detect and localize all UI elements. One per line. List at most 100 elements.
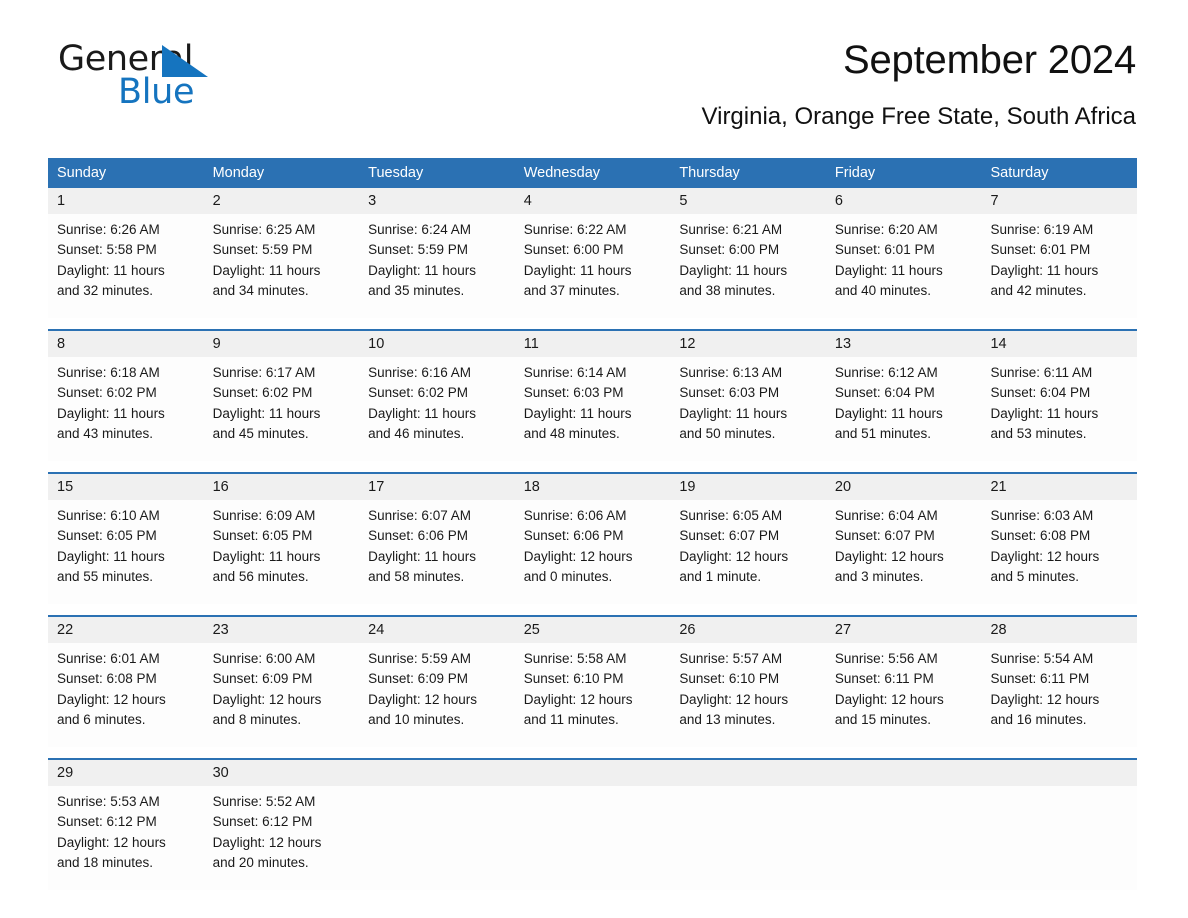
calendar-weeks: 1 2 3 4 5 6 7 Sunrise: 6:26 AM Sunset: 5:58 PM Da… (48, 188, 1137, 890)
day-detail-line: Sunrise: 5:58 AM (523, 651, 627, 666)
day-number[interactable]: 9 (204, 331, 360, 357)
day-number[interactable]: 24 (359, 617, 515, 643)
day-number[interactable]: 6 (826, 188, 982, 214)
day-number[interactable]: 8 (48, 331, 204, 357)
week-spacer (48, 747, 1137, 758)
day-cell[interactable]: Sunrise: 6:17 AM Sunset: 6:02 PM Daylight:… (204, 357, 360, 461)
day-number[interactable]: 19 (670, 474, 826, 500)
day-number[interactable]: 27 (826, 617, 982, 643)
day-number[interactable]: 3 (359, 188, 515, 214)
day-number[interactable]: 16 (204, 474, 360, 500)
day-detail-line: Sunset: 6:02 PM (368, 385, 468, 401)
day-number[interactable]: 5 (670, 188, 826, 214)
calendar-grid: Sunday Monday Tuesday Wednesday Thursday… (48, 158, 1137, 890)
day-number[interactable]: 29 (48, 760, 204, 786)
day-cell[interactable]: Sunrise: 5:57 AM Sunset: 6:10 PM Daylight:… (670, 643, 826, 747)
day-number[interactable]: 17 (359, 474, 515, 500)
day-cell[interactable]: Sunrise: 6:07 AM Sunset: 6:06 PM Daylight:… (359, 500, 515, 604)
calendar-week-row: 15 16 17 18 19 20 21 Sunrise: 6:10 AM Sunset: 6:… (48, 472, 1137, 604)
day-detail-line: Daylight: 11 hours (523, 262, 632, 278)
day-number-empty (670, 760, 826, 786)
day-number-empty (981, 760, 1137, 786)
day-cell[interactable]: Sunrise: 6:24 AM Sunset: 5:59 PM Daylight:… (359, 214, 515, 318)
day-cell[interactable]: Sunrise: 6:19 AM Sunset: 6:01 PM Daylight:… (981, 214, 1137, 318)
day-detail-line: Daylight: 12 hours (679, 548, 789, 564)
day-detail-line: Sunset: 6:03 PM (523, 385, 624, 401)
day-cell[interactable]: Sunrise: 6:04 AM Sunset: 6:07 PM Daylight:… (826, 500, 982, 604)
day-detail-line: Sunset: 6:11 PM (990, 671, 1090, 687)
day-detail-line: and 11 minutes. (523, 711, 619, 727)
day-cell[interactable]: Sunrise: 5:58 AM Sunset: 6:10 PM Daylight:… (515, 643, 671, 747)
day-number[interactable]: 23 (204, 617, 360, 643)
day-detail-line: Sunrise: 5:53 AM (57, 794, 160, 809)
day-cell[interactable]: Sunrise: 6:26 AM Sunset: 5:58 PM Daylight:… (48, 214, 204, 318)
day-detail-line: and 43 minutes. (57, 425, 154, 441)
day-cell[interactable]: Sunrise: 6:11 AM Sunset: 6:04 PM Daylight:… (981, 357, 1137, 461)
day-number-empty (359, 760, 515, 786)
day-number[interactable]: 12 (670, 331, 826, 357)
day-number-empty (515, 760, 671, 786)
day-detail-line: Sunrise: 6:16 AM (368, 365, 471, 380)
day-number[interactable]: 20 (826, 474, 982, 500)
day-number[interactable]: 14 (981, 331, 1137, 357)
day-detail-line: Sunrise: 6:09 AM (212, 508, 316, 523)
day-cell[interactable]: Sunrise: 6:01 AM Sunset: 6:08 PM Daylight:… (48, 643, 204, 747)
day-detail-line: Daylight: 11 hours (57, 405, 165, 421)
day-number[interactable]: 7 (981, 188, 1137, 214)
day-cell[interactable]: Sunrise: 6:05 AM Sunset: 6:07 PM Daylight:… (670, 500, 826, 604)
day-cell[interactable]: Sunrise: 6:12 AM Sunset: 6:04 PM Daylight:… (826, 357, 982, 461)
day-cell[interactable]: Sunrise: 5:59 AM Sunset: 6:09 PM Daylight:… (359, 643, 515, 747)
day-cell[interactable]: Sunrise: 6:16 AM Sunset: 6:02 PM Daylight:… (359, 357, 515, 461)
day-number[interactable]: 22 (48, 617, 204, 643)
day-number[interactable]: 2 (204, 188, 360, 214)
day-detail-line: and 51 minutes. (834, 425, 931, 441)
day-number[interactable]: 28 (981, 617, 1137, 643)
day-number[interactable]: 21 (981, 474, 1137, 500)
day-number[interactable]: 10 (359, 331, 515, 357)
day-cell[interactable]: Sunrise: 6:09 AM Sunset: 6:05 PM Daylight:… (204, 500, 360, 604)
day-cell[interactable]: Sunrise: 5:56 AM Sunset: 6:11 PM Daylight:… (826, 643, 982, 747)
day-detail-line: Daylight: 12 hours (212, 691, 322, 707)
day-detail-line: Sunset: 6:04 PM (990, 385, 1091, 401)
day-detail-line: Sunset: 6:04 PM (834, 385, 935, 401)
day-cell[interactable]: Sunrise: 5:53 AM Sunset: 6:12 PM Daylight:… (48, 786, 204, 890)
day-detail-line: Sunset: 6:05 PM (57, 528, 157, 544)
day-number[interactable]: 11 (515, 331, 671, 357)
day-detail-line: and 46 minutes. (368, 425, 465, 441)
day-cell[interactable]: Sunrise: 6:00 AM Sunset: 6:09 PM Daylight:… (204, 643, 360, 747)
day-number[interactable]: 18 (515, 474, 671, 500)
day-detail-line: Sunrise: 6:19 AM (990, 222, 1094, 237)
day-cell[interactable]: Sunrise: 5:52 AM Sunset: 6:12 PM Daylight:… (204, 786, 360, 890)
day-detail-line: Sunrise: 6:03 AM (990, 508, 1094, 523)
day-detail-line: and 37 minutes. (523, 282, 620, 298)
week-spacer (48, 604, 1137, 615)
day-cell[interactable]: Sunrise: 6:22 AM Sunset: 6:00 PM Daylight:… (515, 214, 671, 318)
calendar-week-row: 22 23 24 25 26 27 28 Sunrise: 6:01 AM Sunset: 6:… (48, 615, 1137, 747)
day-cell[interactable]: Sunrise: 6:13 AM Sunset: 6:03 PM Daylight:… (670, 357, 826, 461)
day-detail-line: Daylight: 11 hours (368, 548, 476, 564)
day-cell[interactable]: Sunrise: 6:14 AM Sunset: 6:03 PM Daylight:… (515, 357, 671, 461)
day-cell[interactable]: Sunrise: 6:10 AM Sunset: 6:05 PM Daylight:… (48, 500, 204, 604)
day-detail-line: Daylight: 12 hours (990, 548, 1100, 564)
day-number[interactable]: 13 (826, 331, 982, 357)
day-detail-line: and 0 minutes. (523, 568, 613, 584)
day-detail-line: and 50 minutes. (679, 425, 776, 441)
day-detail-line: Sunrise: 6:26 AM (57, 222, 160, 237)
day-cell[interactable]: Sunrise: 6:03 AM Sunset: 6:08 PM Daylight:… (981, 500, 1137, 604)
day-cell[interactable]: Sunrise: 6:25 AM Sunset: 5:59 PM Daylight:… (204, 214, 360, 318)
day-detail-line: Sunrise: 6:22 AM (523, 222, 627, 237)
day-number[interactable]: 1 (48, 188, 204, 214)
day-number[interactable]: 26 (670, 617, 826, 643)
day-cell-empty (670, 786, 826, 890)
day-cell[interactable]: Sunrise: 6:18 AM Sunset: 6:02 PM Daylight:… (48, 357, 204, 461)
day-number[interactable]: 15 (48, 474, 204, 500)
day-cell[interactable]: Sunrise: 6:06 AM Sunset: 6:06 PM Daylight:… (515, 500, 671, 604)
day-number[interactable]: 25 (515, 617, 671, 643)
day-cell[interactable]: Sunrise: 6:21 AM Sunset: 6:00 PM Daylight:… (670, 214, 826, 318)
day-detail-line: Daylight: 11 hours (679, 405, 788, 421)
day-number[interactable]: 4 (515, 188, 671, 214)
day-cell[interactable]: Sunrise: 6:20 AM Sunset: 6:01 PM Daylight:… (826, 214, 982, 318)
day-number[interactable]: 30 (204, 760, 360, 786)
day-cell[interactable]: Sunrise: 5:54 AM Sunset: 6:11 PM Daylight:… (981, 643, 1137, 747)
day-detail-line: Daylight: 12 hours (990, 691, 1100, 707)
